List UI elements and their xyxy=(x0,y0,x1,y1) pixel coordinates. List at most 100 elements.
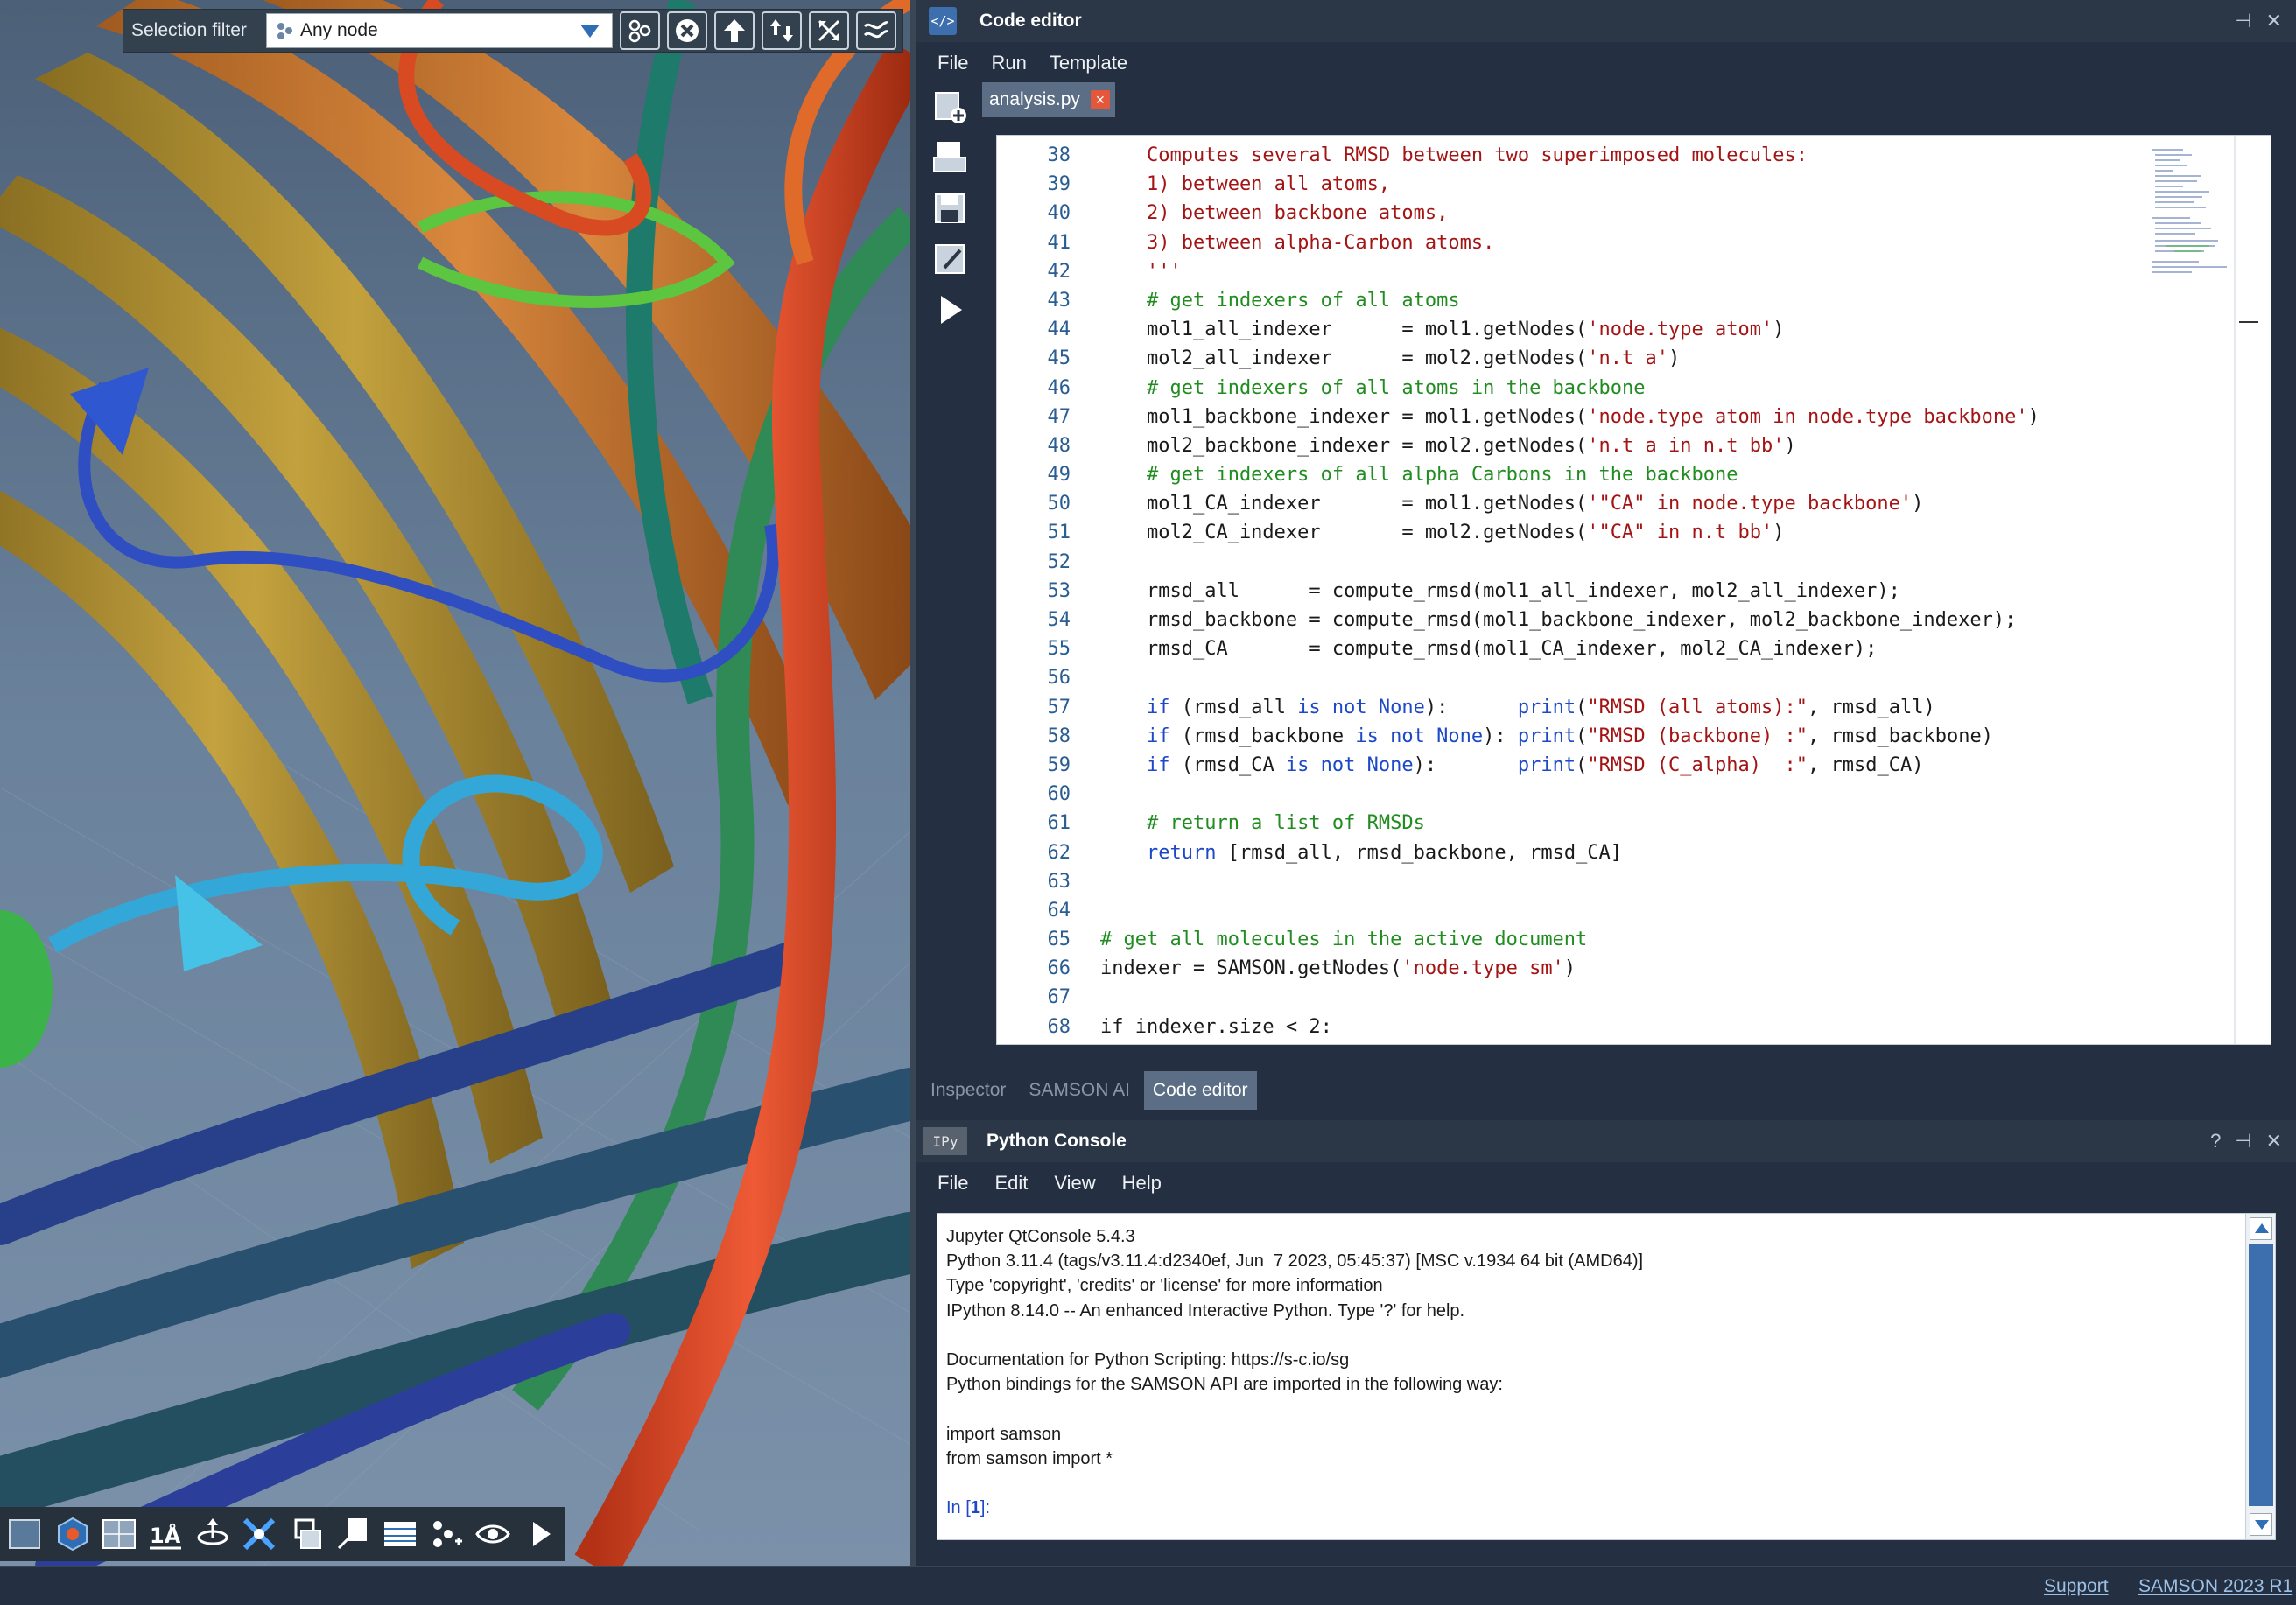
code-token: is not None xyxy=(1355,725,1484,747)
code-text: if (rmsd_all is not None): print("RMSD (… xyxy=(1100,693,1935,722)
code-token: indexer = SAMSON.getNodes( xyxy=(1100,957,1402,980)
run-button[interactable] xyxy=(928,287,972,333)
save-as-button[interactable] xyxy=(928,236,972,282)
code-lines: 38 Computes several RMSD between two sup… xyxy=(997,141,2231,1041)
code-token: # get all molecules in the active docume… xyxy=(1100,929,1588,951)
view-button[interactable] xyxy=(471,1511,515,1557)
code-area[interactable]: 38 Computes several RMSD between two sup… xyxy=(996,135,2271,1045)
scroll-thumb[interactable] xyxy=(2249,1244,2273,1506)
selection-filter-combo[interactable]: Any node xyxy=(266,13,613,48)
console-menu-file[interactable]: File xyxy=(937,1172,968,1195)
console-scrollbar[interactable] xyxy=(2245,1214,2275,1539)
invert-selection-button[interactable] xyxy=(856,11,896,50)
code-line: 44 mol1_all_indexer = mol1.getNodes('nod… xyxy=(997,315,2231,344)
code-token: if xyxy=(1146,696,1170,718)
open-button[interactable] xyxy=(928,135,972,180)
expand-selection-button[interactable] xyxy=(762,11,802,50)
select-related-button[interactable] xyxy=(620,11,660,50)
code-token: ( xyxy=(1576,696,1588,718)
save-button[interactable] xyxy=(928,186,972,231)
python-console-title: Python Console xyxy=(987,1131,1127,1151)
support-link[interactable]: Support xyxy=(2044,1576,2109,1597)
code-line: 57 if (rmsd_all is not None): print("RMS… xyxy=(997,693,2231,722)
code-token: "RMSD (C_alpha) :" xyxy=(1587,753,1808,776)
code-line: 59 if (rmsd_CA is not None): print("RMSD… xyxy=(997,751,2231,780)
line-number: 47 xyxy=(1047,405,1071,428)
code-line: 39 1) between all atoms, xyxy=(997,170,2231,199)
code-line: 40 2) between backbone atoms, xyxy=(997,199,2231,228)
menu-run[interactable]: Run xyxy=(991,52,1026,74)
samson-window: Selection filter Any node 1Å </> Code ed… xyxy=(0,0,2296,1605)
code-token: (rmsd_all xyxy=(1169,696,1298,718)
code-text: if (rmsd_backbone is not None): print("R… xyxy=(1100,722,1993,751)
code-text: 2) between backbone atoms, xyxy=(1100,199,1448,228)
input-prompt[interactable]: In [1]: xyxy=(946,1496,1643,1520)
menu-template[interactable]: Template xyxy=(1050,52,1127,74)
python-console-titlebar: IPy Python Console ? ⊣ ✕ xyxy=(916,1120,2296,1162)
capture-button[interactable] xyxy=(284,1511,328,1557)
floor-button[interactable] xyxy=(97,1511,141,1557)
code-text: if indexer.size < 2: xyxy=(1100,1013,1332,1041)
measure-distance-button[interactable]: 1Å xyxy=(144,1511,187,1557)
code-minimap[interactable] xyxy=(2148,144,2236,276)
line-number: 50 xyxy=(1047,493,1071,515)
file-tab-analysis[interactable]: analysis.py × xyxy=(982,82,1115,117)
rotate-tool-button[interactable] xyxy=(237,1511,281,1557)
close-icon[interactable]: ✕ xyxy=(2266,1130,2282,1153)
code-token: ''' xyxy=(1100,260,1182,283)
line-number: 42 xyxy=(1047,260,1071,283)
new-script-button[interactable] xyxy=(928,84,972,130)
code-token: print xyxy=(1517,725,1576,747)
code-token: 2) between backbone atoms, xyxy=(1100,202,1449,225)
tab-code-editor[interactable]: Code editor xyxy=(1143,1071,1257,1110)
code-token: if xyxy=(1146,753,1170,776)
menu-file[interactable]: File xyxy=(937,52,968,74)
tab-samson-ai[interactable]: SAMSON AI xyxy=(1020,1071,1139,1110)
note-button[interactable] xyxy=(331,1511,375,1557)
move-tool-button[interactable] xyxy=(191,1511,235,1557)
help-icon[interactable]: ? xyxy=(2210,1130,2221,1153)
pin-icon[interactable]: ⊣ xyxy=(2235,1130,2251,1153)
scroll-down-icon[interactable] xyxy=(2250,1513,2272,1536)
close-icon[interactable]: ✕ xyxy=(2266,10,2282,32)
panel-button[interactable] xyxy=(377,1511,421,1557)
play-button[interactable] xyxy=(518,1511,562,1557)
code-line: 58 if (rmsd_backbone is not None): print… xyxy=(997,722,2231,751)
console-menu-help[interactable]: Help xyxy=(1122,1172,1162,1195)
close-tab-icon[interactable]: × xyxy=(1090,90,1110,109)
code-token: 'node.type atom' xyxy=(1587,319,1773,341)
code-text: mol2_CA_indexer = mol2.getNodes('"CA" in… xyxy=(1100,518,1785,547)
node-add-button[interactable] xyxy=(425,1511,468,1557)
select-parent-button[interactable] xyxy=(714,11,755,50)
code-token: ( xyxy=(1576,753,1588,776)
code-token: ( xyxy=(1576,725,1588,747)
chevron-down-icon[interactable] xyxy=(580,24,600,38)
console-menu-edit[interactable]: Edit xyxy=(994,1172,1028,1195)
viewport[interactable]: Selection filter Any node 1Å xyxy=(0,0,910,1566)
code-line: 55 rmsd_CA = compute_rmsd(mol1_CA_indexe… xyxy=(997,634,2231,663)
select-tool-button[interactable] xyxy=(4,1511,47,1557)
console-line: Python bindings for the SAMSON API are i… xyxy=(946,1375,1503,1395)
save-as-icon xyxy=(935,244,965,274)
version-link[interactable]: SAMSON 2023 R1 xyxy=(2138,1576,2292,1597)
selection-filter-label: Selection filter xyxy=(131,20,247,40)
console-line: Python 3.11.4 (tags/v3.11.4:d2340ef, Jun… xyxy=(946,1251,1644,1272)
splitter[interactable] xyxy=(910,0,916,1566)
pin-icon[interactable]: ⊣ xyxy=(2235,10,2251,32)
scroll-up-icon[interactable] xyxy=(2250,1217,2272,1240)
shrink-selection-button[interactable] xyxy=(809,11,849,50)
console-output[interactable]: Jupyter QtConsole 5.4.3 Python 3.11.4 (t… xyxy=(937,1213,2276,1540)
clear-selection-button[interactable] xyxy=(667,11,707,50)
tab-inspector[interactable]: Inspector xyxy=(922,1071,1015,1110)
visual-model-button[interactable] xyxy=(50,1511,94,1557)
console-line: Documentation for Python Scripting: http… xyxy=(946,1349,1350,1370)
code-token: , rmsd_CA) xyxy=(1808,753,1924,776)
console-menu-view[interactable]: View xyxy=(1054,1172,1095,1195)
select-related-icon xyxy=(628,19,651,43)
